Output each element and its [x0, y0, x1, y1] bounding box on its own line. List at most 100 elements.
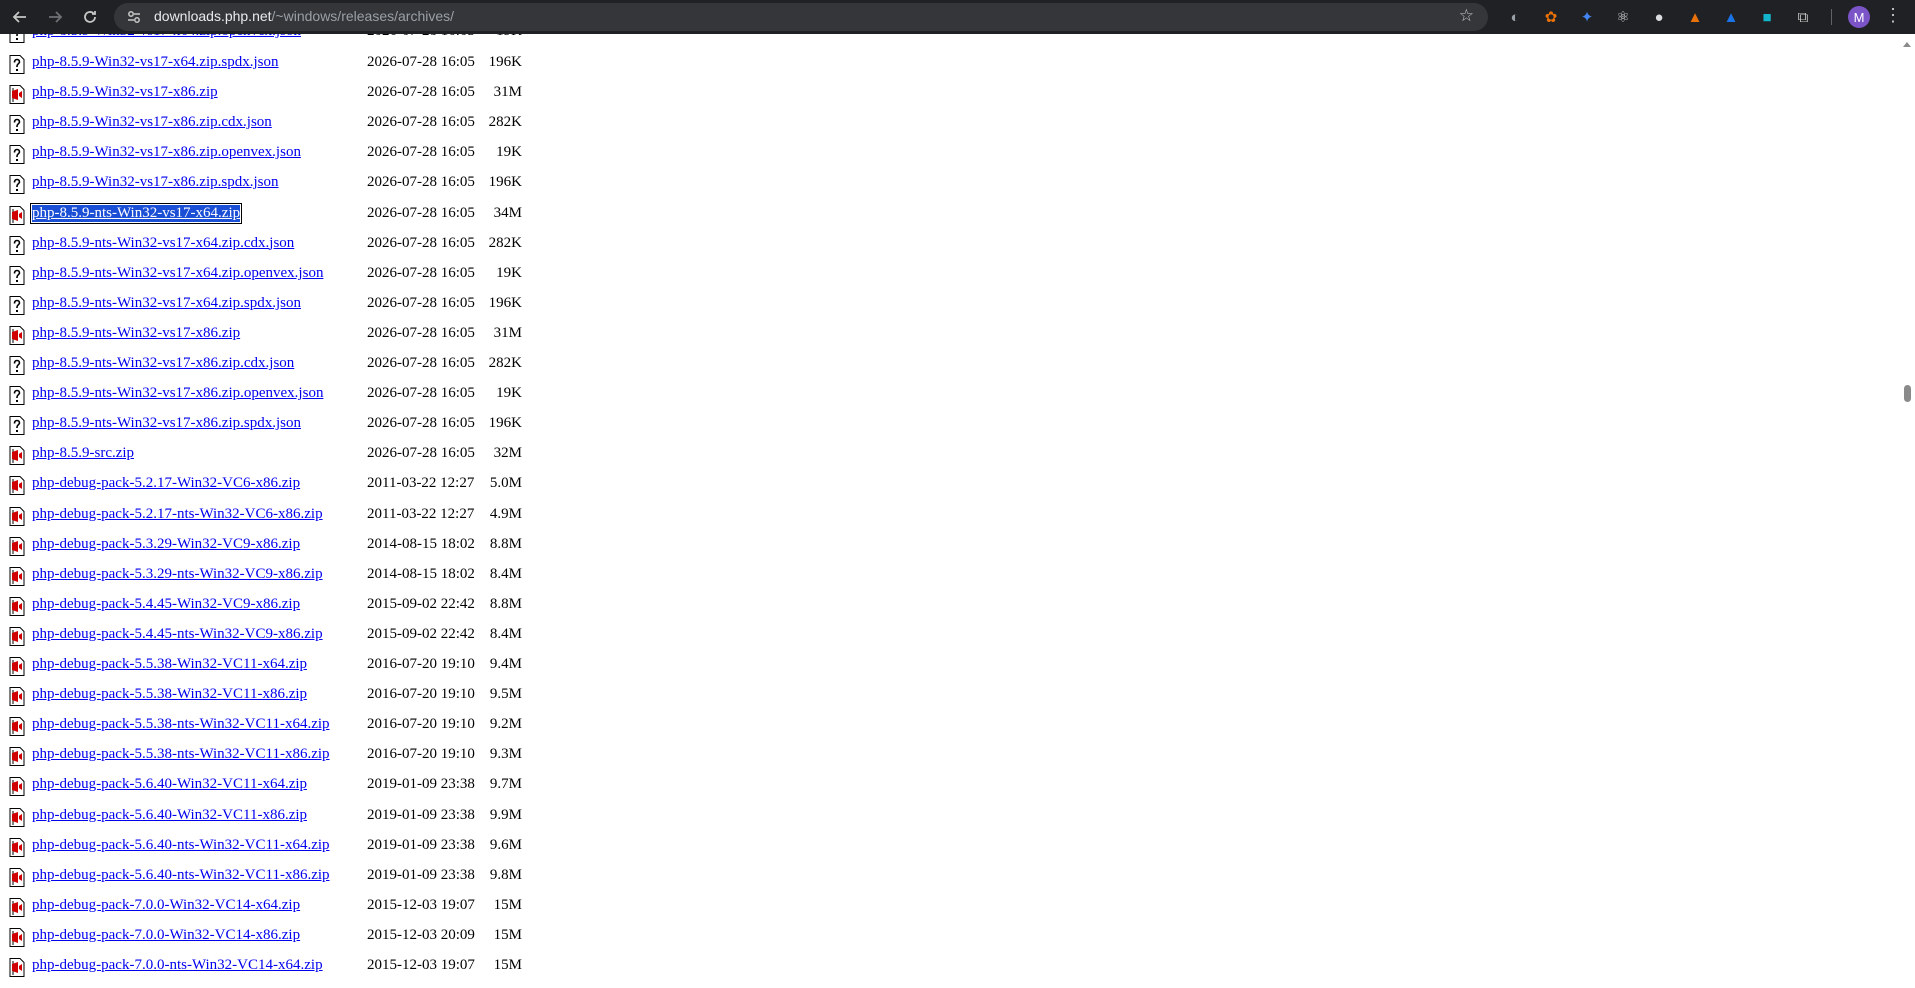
extension-dark-icon[interactable]: ▲ — [1722, 8, 1740, 26]
file-link[interactable]: php-debug-pack-5.5.38-nts-Win32-VC11-x86… — [32, 746, 330, 763]
list-item: php-8.5.9-nts-Win32-vs17-x86.zip 2026-07-… — [0, 323, 560, 347]
file-link[interactable]: php-8.5.9-nts-Win32-vs17-x86.zip.spdx.js… — [32, 415, 301, 432]
extension-cyan-icon[interactable]: ■ — [1758, 8, 1776, 26]
list-item: php-8.5.9-Win32-vs17-x64.zip.openvex.jso… — [0, 34, 560, 45]
file-date: 2015-09-02 22:42 — [367, 625, 475, 642]
url-text: downloads.php.net/~windows/releases/arch… — [154, 8, 454, 24]
forward-arrow-icon[interactable] — [43, 5, 67, 29]
reload-icon[interactable] — [78, 5, 102, 29]
file-link[interactable]: php-8.5.9-nts-Win32-vs17-x64.zip.spdx.js… — [32, 295, 301, 312]
file-date: 2016-07-20 19:10 — [367, 656, 475, 672]
list-item: php-debug-pack-7.0.0-nts-Win32-VC14-x64.… — [0, 955, 560, 979]
file-link[interactable]: php-8.5.9-nts-Win32-vs17-x64.zip.openvex… — [32, 265, 323, 282]
file-date: 2026-07-28 16:05 — [367, 54, 475, 70]
unknown-file-icon — [9, 55, 25, 74]
extension-blue-icon[interactable]: ✦ — [1578, 8, 1596, 26]
file-date: 2015-09-02 22:42 — [367, 595, 475, 612]
file-link[interactable]: php-debug-pack-5.4.45-nts-Win32-VC9-x86.… — [32, 626, 323, 643]
file-size: 4.9M — [489, 505, 522, 522]
list-item: php-debug-pack-7.0.0-Win32-VC14-x64.zip 2… — [0, 895, 560, 919]
file-size: 8.8M — [489, 595, 522, 612]
file-link[interactable]: php-debug-pack-5.5.38-Win32-VC11-x86.zip — [32, 686, 307, 703]
file-link[interactable]: php-8.5.9-nts-Win32-vs17-x86.zip.cdx.jso… — [32, 355, 294, 372]
unknown-file-icon — [9, 145, 25, 165]
file-link[interactable]: php-8.5.9-Win32-vs17-x86.zip.openvex.jso… — [32, 144, 301, 161]
bookmark-star-icon[interactable]: ☆ — [1459, 6, 1474, 26]
file-size: 282K — [488, 234, 522, 251]
file-link[interactable]: php-debug-pack-5.5.38-nts-Win32-VC11-x64… — [32, 716, 330, 733]
file-link[interactable]: php-8.5.9-Win32-vs17-x86.zip — [32, 84, 218, 101]
file-link[interactable]: php-8.5.9-Win32-vs17-x86.zip.spdx.json — [32, 174, 278, 191]
url-host: downloads.php.net — [154, 8, 272, 24]
list-item: php-debug-pack-7.0.0-Win32-VC14-x86.zip 2… — [0, 925, 560, 949]
file-link[interactable]: php-debug-pack-7.0.0-nts-Win32-VC14-x64.… — [32, 957, 323, 974]
address-bar[interactable]: downloads.php.net/~windows/releases/arch… — [114, 3, 1488, 31]
extensions-puzzle-icon[interactable]: ⧉ — [1794, 8, 1812, 26]
scroll-up-arrow-icon[interactable] — [1903, 42, 1911, 47]
file-link[interactable]: php-8.5.9-Win32-vs17-x64.zip.spdx.json — [32, 54, 278, 71]
list-item: php-8.5.9-nts-Win32-vs17-x86.zip.cdx.jso… — [0, 353, 560, 377]
file-size: 282K — [488, 114, 522, 131]
list-item: php-debug-pack-5.5.38-Win32-VC11-x64.zip… — [0, 654, 560, 678]
file-link[interactable]: php-debug-pack-5.6.40-Win32-VC11-x64.zip — [32, 776, 307, 793]
page-scrollbar[interactable] — [1900, 34, 1915, 988]
file-size: 9.9M — [489, 806, 522, 823]
zip-file-icon — [9, 717, 25, 737]
back-arrow-icon[interactable] — [8, 5, 32, 29]
file-link[interactable]: php-8.5.9-src.zip — [32, 445, 134, 462]
file-link[interactable]: php-debug-pack-5.3.29-nts-Win32-VC9-x86.… — [32, 566, 323, 583]
file-link[interactable]: php-debug-pack-5.2.17-nts-Win32-VC6-x86.… — [32, 506, 323, 523]
list-item: php-8.5.9-nts-Win32-vs17-x64.zip 2026-07-… — [0, 202, 560, 227]
file-link[interactable]: php-8.5.9-nts-Win32-vs17-x64.zip.cdx.jso… — [32, 235, 294, 252]
browser-toolbar: downloads.php.net/~windows/releases/arch… — [0, 0, 1915, 34]
zip-file-icon — [9, 867, 25, 887]
extension-grey-icon[interactable]: ◐ — [1506, 8, 1524, 26]
file-date: 2014-08-15 18:02 — [367, 535, 475, 552]
list-item: php-8.5.9-src.zip 2026-07-28 16:05 32M — [0, 443, 560, 467]
list-item: php-debug-pack-5.6.40-nts-Win32-VC11-x64… — [0, 835, 560, 859]
list-item: php-8.5.9-Win32-vs17-x86.zip.openvex.jso… — [0, 142, 560, 166]
file-size: 282K — [488, 355, 522, 371]
zip-file-icon — [9, 837, 25, 857]
file-link[interactable]: php-8.5.9-nts-Win32-vs17-x86.zip — [32, 325, 240, 342]
list-item: php-debug-pack-5.2.17-Win32-VC6-x86.zip 2… — [0, 473, 560, 497]
zip-file-icon — [9, 777, 25, 797]
file-link[interactable]: php-debug-pack-5.2.17-Win32-VC6-x86.zip — [32, 475, 300, 492]
extension-white-circle-icon[interactable]: ● — [1650, 8, 1668, 26]
extension-fox-icon[interactable]: ▲ — [1686, 8, 1704, 26]
file-date: 2026-07-28 16:05 — [367, 445, 475, 462]
extension-orange-icon[interactable]: ✿ — [1542, 8, 1560, 26]
file-date: 2026-07-28 16:05 — [367, 324, 475, 341]
file-date: 2019-01-09 23:38 — [367, 836, 475, 853]
file-date: 2026-07-28 16:05 — [367, 34, 475, 40]
kebab-menu-icon[interactable]: ⋮ — [1884, 5, 1902, 26]
site-info-icon[interactable] — [126, 9, 142, 25]
file-size: 196K — [488, 54, 522, 70]
file-size: 196K — [488, 294, 522, 311]
list-item: php-debug-pack-5.6.40-Win32-VC11-x86.zip… — [0, 805, 560, 829]
file-date: 2016-07-20 19:10 — [367, 686, 475, 703]
profile-avatar[interactable]: M — [1848, 6, 1870, 28]
file-link[interactable]: php-debug-pack-5.4.45-Win32-VC9-x86.zip — [32, 596, 300, 613]
file-link[interactable]: php-8.5.9-Win32-vs17-x86.zip.cdx.json — [32, 114, 272, 131]
list-item: php-debug-pack-5.2.17-nts-Win32-VC6-x86.… — [0, 504, 560, 528]
file-size: 9.6M — [489, 836, 522, 853]
file-size: 15M — [493, 896, 522, 913]
file-link[interactable]: php-8.5.9-nts-Win32-vs17-x64.zip — [29, 202, 243, 224]
scroll-thumb[interactable] — [1904, 385, 1911, 402]
file-date: 2026-07-28 16:05 — [367, 174, 475, 191]
file-link[interactable]: php-debug-pack-5.6.40-Win32-VC11-x86.zip — [32, 807, 307, 824]
file-link[interactable]: php-debug-pack-5.3.29-Win32-VC9-x86.zip — [32, 536, 300, 553]
file-link[interactable]: php-debug-pack-7.0.0-Win32-VC14-x86.zip — [32, 927, 300, 944]
file-link[interactable]: php-8.5.9-nts-Win32-vs17-x86.zip.openvex… — [32, 385, 323, 402]
file-link[interactable]: php-debug-pack-7.0.0-Win32-VC14-x64.zip — [32, 897, 300, 914]
file-link[interactable]: php-debug-pack-5.5.38-Win32-VC11-x64.zip — [32, 656, 307, 673]
zip-file-icon — [9, 205, 25, 225]
file-date: 2015-12-03 19:07 — [367, 957, 475, 973]
extension-atom-icon[interactable]: ⚛ — [1614, 8, 1632, 26]
file-link[interactable]: php-debug-pack-5.6.40-nts-Win32-VC11-x86… — [32, 867, 330, 884]
list-item: php-8.5.9-Win32-vs17-x86.zip 2026-07-28 1… — [0, 82, 560, 106]
file-link[interactable]: php-8.5.9-Win32-vs17-x64.zip.openvex.jso… — [32, 34, 301, 40]
file-date: 2026-07-28 16:05 — [367, 294, 475, 311]
file-link[interactable]: php-debug-pack-5.6.40-nts-Win32-VC11-x64… — [32, 837, 330, 854]
